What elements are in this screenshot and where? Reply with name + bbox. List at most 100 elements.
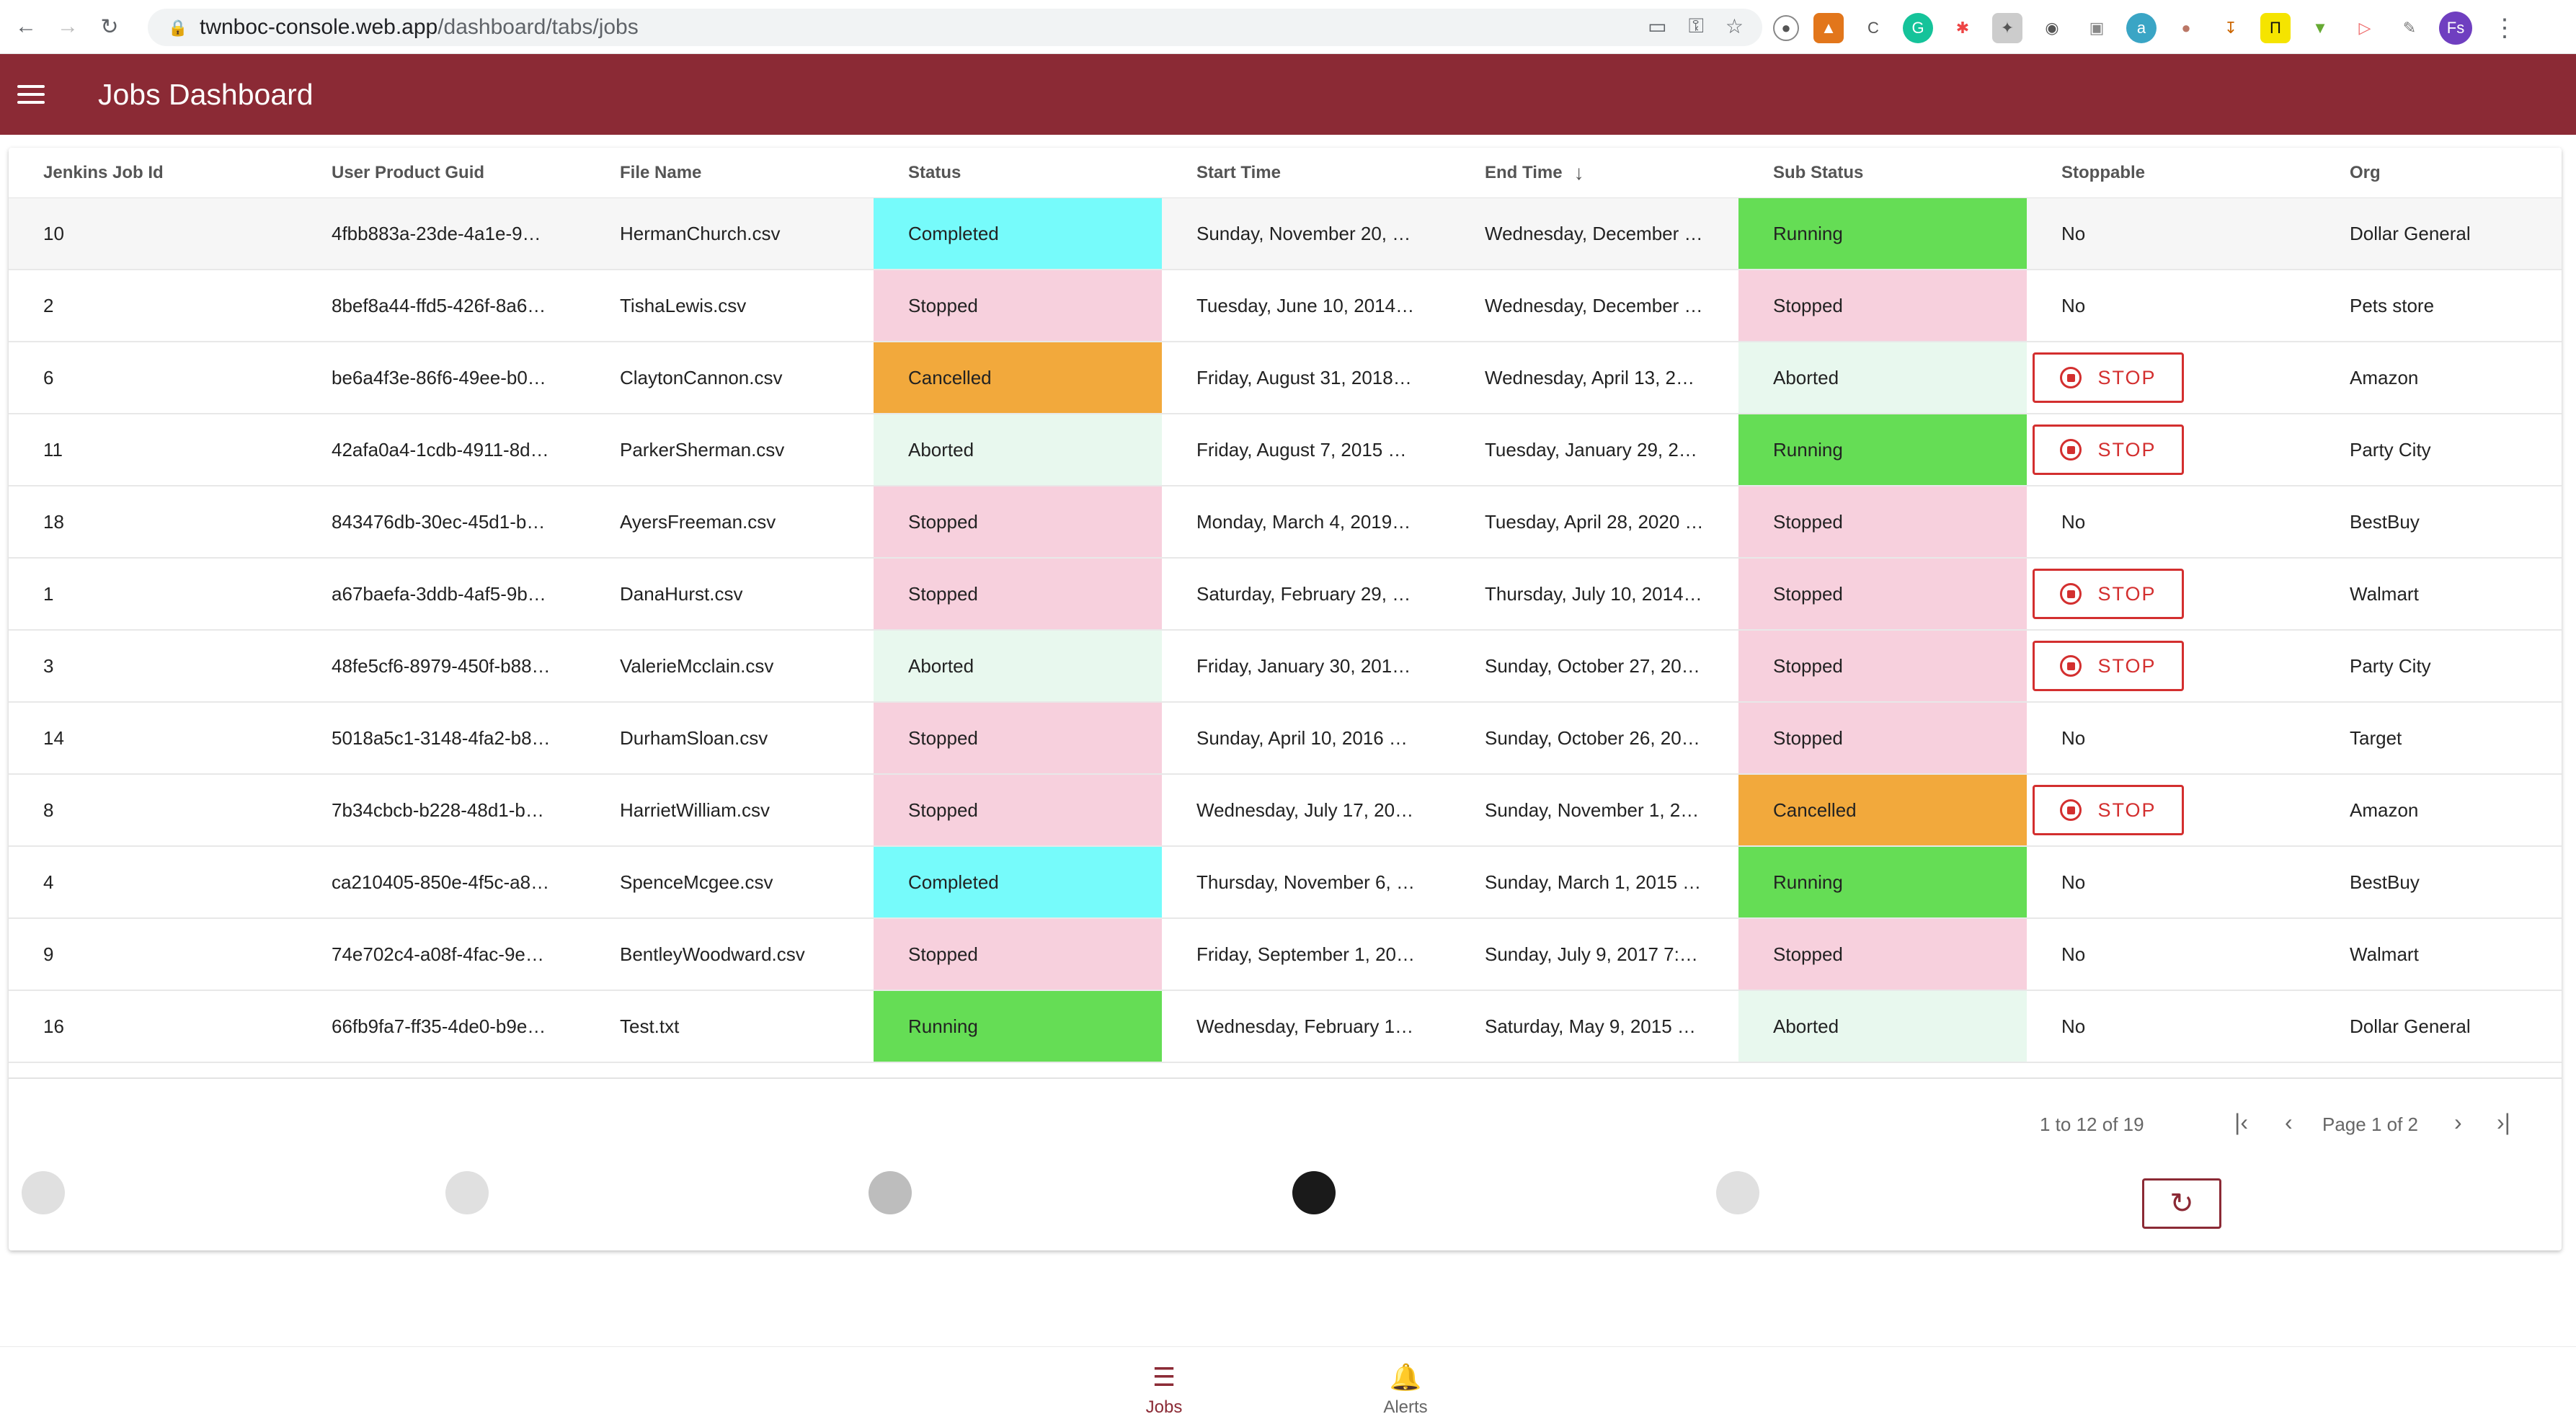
refresh-icon: ↻: [2169, 1188, 2194, 1219]
stop-button[interactable]: STOP: [2033, 569, 2184, 619]
status-cell: Stopped: [874, 703, 1162, 773]
url-text: twnboc-console.web.app/dashboard/tabs/jo…: [200, 15, 639, 39]
stop-button[interactable]: STOP: [2033, 352, 2184, 403]
sub-status-cell: Running: [1738, 414, 2027, 485]
extension-icon[interactable]: ◉: [2037, 13, 2067, 43]
tab-alerts[interactable]: 🔔 Alerts: [1355, 1363, 1456, 1418]
extension-icon[interactable]: ▣: [2082, 13, 2112, 43]
extension-icon[interactable]: ▼: [2305, 13, 2335, 43]
table-row[interactable]: 9 74e702c4-a08f-4fac-9e… BentleyWoodward.c…: [9, 919, 2562, 991]
end-cell: Sunday, July 9, 2017 7:…: [1485, 943, 1698, 965]
extension-icon[interactable]: ✎: [2394, 13, 2425, 43]
table-row[interactable]: 14 5018a5c1-3148-4fa2-b8… DurhamSloan.csv S…: [9, 703, 2562, 775]
extension-icon[interactable]: a: [2126, 13, 2157, 43]
start-cell: Friday, September 1, 20…: [1196, 943, 1415, 965]
download-icon[interactable]: ↧: [2216, 13, 2246, 43]
first-page-icon[interactable]: |‹: [2234, 1109, 2248, 1136]
previous-page-icon[interactable]: ‹: [2285, 1109, 2293, 1136]
reload-icon[interactable]: ↻: [94, 11, 125, 43]
id-cell: 6: [43, 366, 54, 388]
address-bar[interactable]: 🔒 twnboc-console.web.app/dashboard/tabs/…: [148, 9, 1762, 46]
table-row[interactable]: 2 8bef8a44-ffd5-426f-8a6… TishaLewis.csv St…: [9, 270, 2562, 342]
table-row[interactable]: 6 be6a4f3e-86f6-49ee-b0… ClaytonCannon.csv…: [9, 342, 2562, 414]
stop-circle-icon: [2060, 583, 2082, 605]
stoppable-cell: STOP: [2027, 631, 2315, 701]
forward-icon[interactable]: →: [52, 11, 84, 43]
status-cell: Cancelled: [874, 342, 1162, 413]
profile-avatar[interactable]: Fs: [2439, 12, 2472, 45]
file-cell: ParkerSherman.csv: [620, 438, 785, 461]
table-row[interactable]: 4 ca210405-850e-4f5c-a8… SpenceMcgee.csv Co…: [9, 847, 2562, 919]
column-header[interactable]: User Product Guid: [297, 148, 585, 198]
extension-icon[interactable]: ✱: [1947, 13, 1978, 43]
table-row[interactable]: 3 48fe5cf6-8979-450f-b88… ValerieMcclain.c…: [9, 631, 2562, 703]
extension-icon[interactable]: G: [1903, 13, 1933, 43]
file-cell: ClaytonCannon.csv: [620, 366, 783, 388]
next-page-icon[interactable]: ›: [2454, 1109, 2462, 1136]
table-row[interactable]: 8 7b34cbcb-b228-48d1-b… HarrietWilliam.csv…: [9, 775, 2562, 847]
extension-icon[interactable]: C: [1858, 13, 1888, 43]
browser-menu-icon[interactable]: ⋮: [2492, 14, 2517, 43]
guid-cell: ca210405-850e-4f5c-a8…: [332, 871, 550, 893]
column-header[interactable]: Stoppable: [2027, 148, 2315, 198]
end-cell: Tuesday, April 28, 2020 …: [1485, 510, 1704, 533]
bookmark-star-icon[interactable]: ☆: [1726, 14, 1744, 38]
extension-icon[interactable]: ●: [1773, 15, 1799, 41]
file-cell: AyersFreeman.csv: [620, 510, 776, 533]
last-page-icon[interactable]: ›|: [2497, 1109, 2510, 1136]
table-row[interactable]: 16 66fb9fa7-ff35-4de0-b9e… Test.txt Running…: [9, 991, 2562, 1063]
extension-icon[interactable]: ●: [2171, 13, 2201, 43]
tab-jobs[interactable]: ☰ Jobs: [1114, 1363, 1214, 1418]
stop-button-label: STOP: [2097, 438, 2157, 461]
back-icon[interactable]: ←: [10, 11, 42, 43]
guid-cell: a67baefa-3ddb-4af5-9b…: [332, 582, 546, 605]
refresh-button[interactable]: ↻: [2142, 1178, 2221, 1229]
column-header[interactable]: Status: [874, 148, 1162, 198]
sub-status-cell: Aborted: [1738, 991, 2027, 1062]
stop-button[interactable]: STOP: [2033, 785, 2184, 835]
extension-icon[interactable]: ✦: [1992, 13, 2022, 43]
stop-button-label: STOP: [2097, 366, 2157, 388]
cast-icon[interactable]: ▭: [1648, 14, 1666, 38]
extension-icon[interactable]: ▷: [2350, 13, 2380, 43]
id-cell: 3: [43, 654, 54, 677]
guid-cell: 4fbb883a-23de-4a1e-9…: [332, 222, 541, 244]
extension-icon[interactable]: Π: [2260, 13, 2291, 43]
id-cell: 14: [43, 726, 64, 749]
sort-descending-icon[interactable]: ↓: [1574, 161, 1584, 185]
status-cell: Running: [874, 991, 1162, 1062]
stop-button[interactable]: STOP: [2033, 424, 2184, 475]
start-cell: Wednesday, February 1…: [1196, 1015, 1414, 1037]
key-icon[interactable]: ⚿: [1689, 14, 1704, 38]
guid-cell: 66fb9fa7-ff35-4de0-b9e…: [332, 1015, 546, 1037]
id-cell: 11: [43, 438, 63, 461]
column-header[interactable]: Sub Status: [1738, 148, 2027, 198]
extension-icon[interactable]: ▲: [1813, 13, 1844, 43]
column-header-end-time[interactable]: End Time ↓: [1450, 148, 1738, 198]
stoppable-cell: STOP: [2027, 775, 2315, 845]
stop-button[interactable]: STOP: [2033, 641, 2184, 691]
table-row[interactable]: 11 42afa0a4-1cdb-4911-8d… ParkerSherman.cs…: [9, 414, 2562, 486]
org-cell: Party City: [2350, 654, 2431, 677]
org-cell: Amazon: [2350, 799, 2419, 821]
column-header[interactable]: File Name: [585, 148, 874, 198]
org-cell: BestBuy: [2350, 510, 2420, 533]
table-body: 10 4fbb883a-23de-4a1e-9… HermanChurch.csv C…: [9, 198, 2562, 1063]
end-cell: Sunday, November 1, 2…: [1485, 799, 1700, 821]
column-header[interactable]: Org: [2315, 148, 2562, 198]
status-cell: Stopped: [874, 919, 1162, 990]
hamburger-menu-icon[interactable]: [17, 77, 52, 112]
column-header[interactable]: Start Time: [1162, 148, 1450, 198]
column-header[interactable]: Jenkins Job Id: [9, 148, 297, 198]
stoppable-cell: STOP: [2027, 559, 2315, 629]
start-cell: Thursday, November 6, …: [1196, 871, 1415, 893]
guid-cell: 7b34cbcb-b228-48d1-b…: [332, 799, 544, 821]
end-cell: Wednesday, December …: [1485, 222, 1703, 244]
table-row[interactable]: 10 4fbb883a-23de-4a1e-9… HermanChurch.csv C…: [9, 198, 2562, 270]
table-row[interactable]: 1 a67baefa-3ddb-4af5-9b… DanaHurst.csv Stop…: [9, 559, 2562, 631]
id-cell: 10: [43, 222, 64, 244]
status-cell: Completed: [874, 847, 1162, 917]
lock-icon: 🔒: [168, 19, 188, 37]
table-row[interactable]: 18 843476db-30ec-45d1-b… AyersFreeman.csv S…: [9, 486, 2562, 559]
end-cell: Wednesday, December …: [1485, 294, 1703, 316]
